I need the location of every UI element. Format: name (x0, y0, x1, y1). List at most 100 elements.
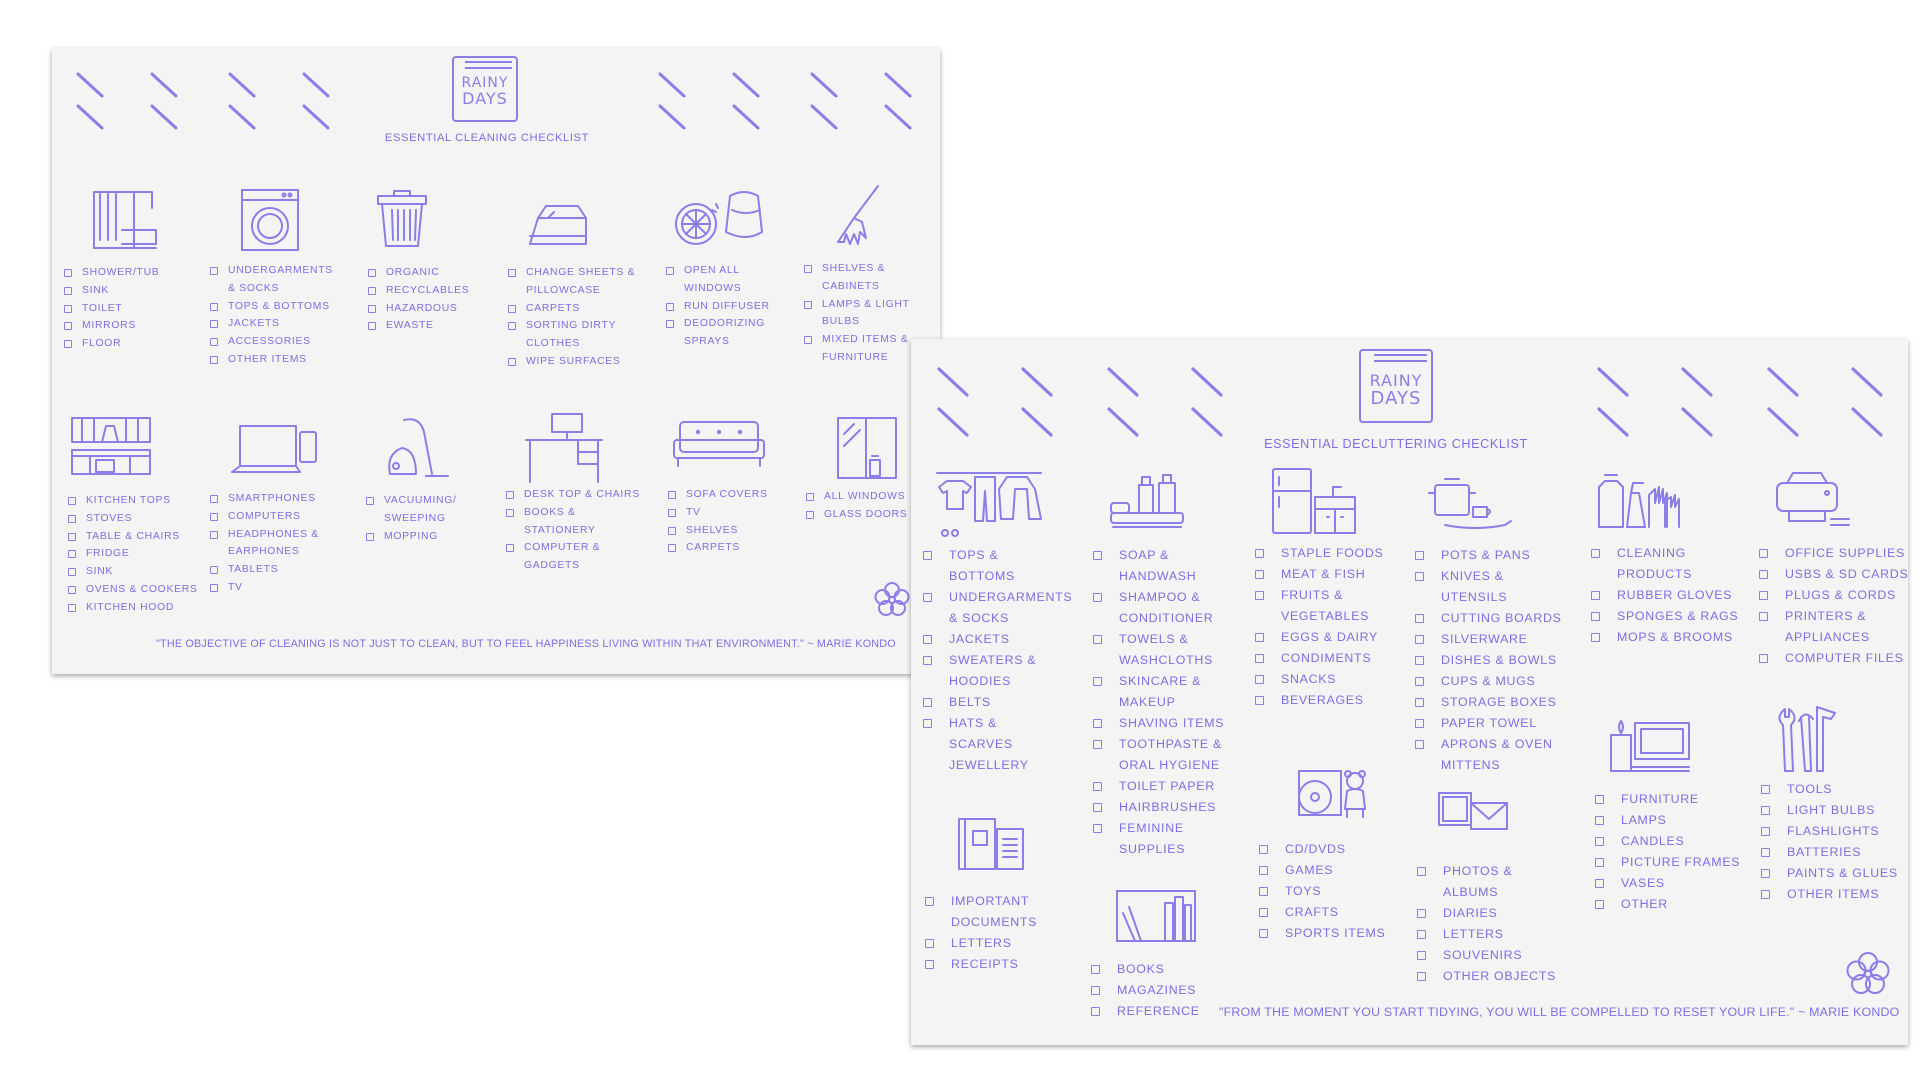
checkbox[interactable] (925, 939, 934, 948)
checklist-item[interactable]: SOAP & (1093, 545, 1233, 566)
checklist-item[interactable]: GAMES (1259, 860, 1409, 881)
checklist-item[interactable]: MOPS & BROOMS (1591, 627, 1741, 648)
checklist-item[interactable]: EGGS & DAIRY (1255, 627, 1405, 648)
checkbox[interactable] (666, 302, 674, 311)
checkbox[interactable] (64, 286, 72, 295)
checklist-item[interactable]: ACCESSORIES (210, 333, 340, 351)
checklist-item[interactable]: COMPUTER FILES (1759, 648, 1908, 669)
checklist-item[interactable]: TOILET (64, 300, 174, 318)
checklist-item[interactable]: JACKETS (210, 315, 340, 333)
checkbox[interactable] (923, 719, 932, 728)
checklist-item[interactable]: PRINTERS & (1759, 606, 1908, 627)
checklist-item[interactable]: TOPS & BOTTOMS (923, 545, 1063, 587)
checklist-item[interactable]: MIRRORS (64, 317, 174, 335)
checklist-item[interactable]: LAMPS & LIGHT (804, 296, 934, 314)
checklist-item[interactable]: COMPUTERS (210, 508, 340, 526)
checklist-item[interactable]: OTHER ITEMS (1761, 884, 1908, 905)
checkbox[interactable] (923, 551, 932, 560)
checklist-item[interactable]: LIGHT BULBS (1761, 800, 1908, 821)
checklist-item[interactable]: SHAMPOO & (1093, 587, 1233, 608)
checklist-item[interactable]: LETTERS (1417, 924, 1567, 945)
checklist-item[interactable]: SOUVENIRS (1417, 945, 1567, 966)
checkbox[interactable] (1761, 848, 1770, 857)
checkbox[interactable] (666, 267, 674, 275)
checkbox[interactable] (1255, 675, 1264, 684)
checklist-item[interactable]: SOFA COVERS (668, 486, 788, 504)
checklist-item[interactable]: STAPLE FOODS (1255, 543, 1405, 564)
checklist-item[interactable]: CHANGE SHEETS & (508, 264, 638, 282)
checklist-item[interactable]: SPORTS ITEMS (1259, 923, 1409, 944)
checkbox[interactable] (68, 532, 76, 541)
checkbox[interactable] (210, 495, 218, 503)
checklist-item[interactable]: RUBBER GLOVES (1591, 585, 1741, 606)
checklist-item[interactable]: OFFICE SUPPLIES (1759, 543, 1908, 564)
checkbox[interactable] (368, 322, 376, 331)
checklist-item[interactable]: KITCHEN TOPS (68, 492, 198, 510)
checkbox[interactable] (1091, 1007, 1100, 1016)
checklist-item[interactable]: APRONS & OVEN (1415, 734, 1565, 755)
checkbox[interactable] (508, 304, 516, 313)
checklist-item[interactable]: DEODORIZING (666, 315, 786, 333)
checkbox[interactable] (68, 514, 76, 523)
checklist-item[interactable]: PAPER TOWEL (1415, 713, 1565, 734)
checkbox[interactable] (668, 544, 676, 553)
checkbox[interactable] (1761, 827, 1770, 836)
checklist-item[interactable]: SMARTPHONES (210, 490, 340, 508)
checkbox[interactable] (1093, 593, 1102, 602)
checkbox[interactable] (1093, 677, 1102, 686)
checkbox[interactable] (1591, 591, 1600, 600)
checklist-item[interactable]: OTHER ITEMS (210, 351, 340, 369)
checkbox[interactable] (1759, 591, 1768, 600)
checklist-item[interactable]: SILVERWARE (1415, 629, 1565, 650)
checklist-item[interactable]: SORTING DIRTY (508, 317, 638, 335)
checklist-item[interactable]: SHAVING ITEMS (1093, 713, 1233, 734)
checklist-item[interactable]: OTHER (1595, 894, 1745, 915)
checklist-item[interactable]: IMPORTANT (925, 891, 1065, 912)
checkbox[interactable] (368, 286, 376, 295)
checklist-item[interactable]: TV (210, 579, 340, 597)
checkbox[interactable] (1759, 570, 1768, 579)
checkbox[interactable] (806, 510, 814, 519)
checkbox[interactable] (1093, 551, 1102, 560)
checklist-item[interactable]: POTS & PANS (1415, 545, 1565, 566)
checkbox[interactable] (68, 603, 76, 612)
checklist-item[interactable]: PLUGS & CORDS (1759, 585, 1908, 606)
checkbox[interactable] (1595, 795, 1604, 804)
checklist-item[interactable]: FEMININE (1093, 818, 1233, 839)
checkbox[interactable] (1761, 869, 1770, 878)
checkbox[interactable] (1259, 866, 1268, 875)
checklist-item[interactable]: BOOKS (1091, 959, 1231, 980)
checkbox[interactable] (210, 583, 218, 592)
checkbox[interactable] (923, 656, 932, 665)
checkbox[interactable] (668, 491, 676, 499)
checkbox[interactable] (1093, 803, 1102, 812)
checklist-item[interactable]: COMPUTER & (506, 539, 646, 557)
checkbox[interactable] (804, 336, 812, 345)
checklist-item[interactable]: TOOTHPASTE & (1093, 734, 1233, 755)
checkbox[interactable] (368, 304, 376, 313)
checkbox[interactable] (1259, 929, 1268, 938)
checklist-item[interactable]: FRUITS & (1255, 585, 1405, 606)
checklist-item[interactable]: MOPPING (366, 528, 486, 546)
checkbox[interactable] (1417, 909, 1426, 918)
checkbox[interactable] (64, 322, 72, 331)
checklist-item[interactable]: KITCHEN HOOD (68, 599, 198, 617)
checklist-item[interactable]: SHELVES (668, 522, 788, 540)
checkbox[interactable] (925, 960, 934, 969)
checklist-item[interactable]: CARPETS (668, 539, 788, 557)
checklist-item[interactable]: STORAGE BOXES (1415, 692, 1565, 713)
checkbox[interactable] (210, 355, 218, 364)
checkbox[interactable] (1091, 986, 1100, 995)
checkbox[interactable] (1093, 635, 1102, 644)
checklist-item[interactable]: TV (668, 504, 788, 522)
checkbox[interactable] (1093, 824, 1102, 833)
checklist-item[interactable]: PAINTS & GLUES (1761, 863, 1908, 884)
checklist-item[interactable]: UNDERGARMENTS (210, 262, 340, 280)
checklist-item[interactable]: TOPS & BOTTOMS (210, 298, 340, 316)
checkbox[interactable] (64, 269, 72, 277)
checklist-item[interactable]: DIARIES (1417, 903, 1567, 924)
checkbox[interactable] (1259, 887, 1268, 896)
checklist-item[interactable]: BATTERIES (1761, 842, 1908, 863)
checklist-item[interactable]: TOILET PAPER (1093, 776, 1233, 797)
checklist-item[interactable]: RECEIPTS (925, 954, 1065, 975)
